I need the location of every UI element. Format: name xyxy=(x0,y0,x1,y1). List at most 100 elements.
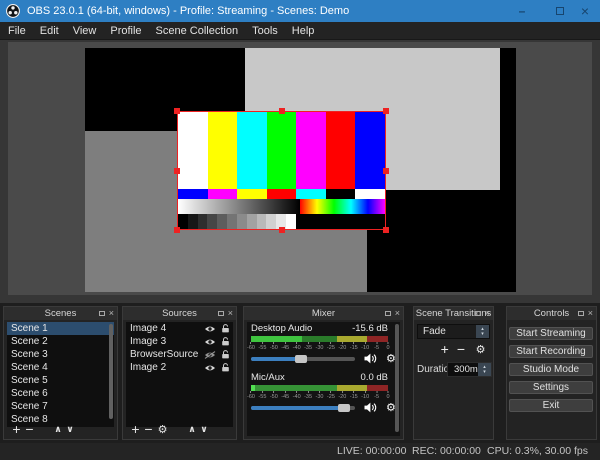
transition-properties-button[interactable]: ⚙ xyxy=(473,343,488,356)
add-button[interactable]: + xyxy=(129,423,142,436)
start-streaming-button[interactable]: Start Streaming xyxy=(509,327,593,340)
selection-handle[interactable] xyxy=(279,108,285,114)
start-recording-button[interactable]: Start Recording xyxy=(509,345,593,358)
statusbar: LIVE: 00:00:00 REC: 00:00:00 CPU: 0.3%, … xyxy=(0,443,600,460)
menu-item-view[interactable]: View xyxy=(66,22,104,40)
transition-select-spinner[interactable]: ▴ ▾ xyxy=(476,325,489,338)
remove-button[interactable]: − xyxy=(23,423,36,436)
cpu-fps: CPU: 0.3%, 30.00 fps xyxy=(487,443,588,460)
float-panel-icon[interactable] xyxy=(385,311,391,316)
selection-handle[interactable] xyxy=(174,108,180,114)
float-panel-icon[interactable] xyxy=(475,311,481,316)
gray-step xyxy=(217,214,227,229)
source-list-item[interactable]: Image 4 xyxy=(126,322,233,335)
channel-settings-gear-icon[interactable]: ⚙ xyxy=(386,352,396,365)
source-list-item[interactable]: BrowserSource xyxy=(126,348,233,361)
remove-button[interactable]: − xyxy=(142,423,155,436)
scene-list-item[interactable]: Scene 7 xyxy=(7,400,114,413)
selection-handle[interactable] xyxy=(279,227,285,233)
remove-transition-button[interactable]: − xyxy=(457,343,465,356)
duration-spinbox[interactable]: 300ms ▴ ▾ xyxy=(447,362,492,377)
speaker-icon[interactable] xyxy=(364,353,377,364)
selection-handle[interactable] xyxy=(383,227,389,233)
close-panel-icon[interactable]: × xyxy=(485,307,490,320)
transition-select[interactable]: Fade ▴ ▾ xyxy=(417,324,490,339)
move-up-button[interactable]: ∧ xyxy=(52,425,64,435)
volume-slider-handle[interactable] xyxy=(295,355,307,363)
selection-handle[interactable] xyxy=(383,168,389,174)
eye-visible-icon[interactable] xyxy=(204,364,216,372)
eye-visible-icon[interactable] xyxy=(204,338,216,346)
duration-spinner[interactable]: ▴ ▾ xyxy=(478,363,491,376)
eye-visible-icon[interactable] xyxy=(204,325,216,333)
mixer-channel-desktop-audio: Desktop Audio-15.6 dB-60-55-50-45-40-35-… xyxy=(251,324,388,370)
scenes-toolbar: +− ∧∨ xyxy=(10,422,76,437)
eye-hidden-icon[interactable] xyxy=(204,351,216,359)
sources-panel-title: Sources xyxy=(162,308,197,319)
studio-mode-button[interactable]: Studio Mode xyxy=(509,363,593,376)
scene-list-item[interactable]: Scene 5 xyxy=(7,374,114,387)
menu-item-file[interactable]: File xyxy=(1,22,33,40)
float-panel-icon[interactable] xyxy=(218,311,224,316)
lock-open-icon[interactable] xyxy=(221,324,230,333)
speaker-icon[interactable] xyxy=(364,402,377,413)
menu-item-help[interactable]: Help xyxy=(285,22,322,40)
controls-panel-title: Controls xyxy=(534,308,569,319)
selected-source-colorbars[interactable] xyxy=(177,111,386,230)
volume-slider[interactable] xyxy=(251,357,355,361)
scene-list-item[interactable]: Scene 4 xyxy=(7,361,114,374)
transitions-panel-titlebar: Scene Transitions × xyxy=(414,307,493,320)
menu-item-profile[interactable]: Profile xyxy=(103,22,148,40)
menu-item-edit[interactable]: Edit xyxy=(33,22,66,40)
source-list-item[interactable]: Image 2 xyxy=(126,361,233,374)
scenes-panel-titlebar: Scenes × xyxy=(4,307,117,320)
lock-open-icon[interactable] xyxy=(221,363,230,372)
color-cell xyxy=(237,189,267,199)
move-down-button[interactable]: ∨ xyxy=(64,425,76,435)
move-up-button[interactable]: ∧ xyxy=(186,425,198,435)
close-window-button[interactable]: × xyxy=(568,0,600,22)
menu-item-scene-collection[interactable]: Scene Collection xyxy=(149,22,246,40)
selection-handle[interactable] xyxy=(174,227,180,233)
float-panel-icon[interactable] xyxy=(578,311,584,316)
volume-slider-fill xyxy=(251,406,344,410)
scenes-scrollbar[interactable] xyxy=(109,324,113,423)
close-panel-icon[interactable]: × xyxy=(228,307,233,320)
close-window-icon: × xyxy=(581,3,589,19)
settings-button[interactable]: Settings xyxy=(509,381,593,394)
image-black-bottom-right[interactable] xyxy=(367,190,516,292)
close-panel-icon[interactable]: × xyxy=(395,307,400,320)
meter-tick-label: -40 xyxy=(293,342,301,353)
lock-open-icon[interactable] xyxy=(221,337,230,346)
scene-list-item[interactable]: Scene 3 xyxy=(7,348,114,361)
close-panel-icon[interactable]: × xyxy=(588,307,593,320)
mixer-scrollbar[interactable] xyxy=(395,324,399,432)
add-transition-button[interactable]: + xyxy=(441,343,449,356)
move-down-button[interactable]: ∨ xyxy=(198,425,210,435)
source-name: Image 2 xyxy=(130,362,166,373)
add-button[interactable]: + xyxy=(10,423,23,436)
scene-list-item[interactable]: Scene 1 xyxy=(7,322,114,335)
exit-button[interactable]: Exit xyxy=(509,399,593,412)
float-panel-icon[interactable] xyxy=(99,311,105,316)
source-list-item[interactable]: Image 3 xyxy=(126,335,233,348)
volume-slider[interactable] xyxy=(251,406,355,410)
minimize-button[interactable]: – xyxy=(505,0,539,22)
channel-settings-gear-icon[interactable]: ⚙ xyxy=(386,401,396,414)
volume-slider-handle[interactable] xyxy=(338,404,350,412)
properties-button[interactable]: ⚙ xyxy=(155,423,170,436)
scene-list-item[interactable]: Scene 2 xyxy=(7,335,114,348)
close-panel-icon[interactable]: × xyxy=(109,307,114,320)
selection-handle[interactable] xyxy=(174,168,180,174)
color-bar xyxy=(237,112,267,189)
menu-item-tools[interactable]: Tools xyxy=(245,22,285,40)
lock-open-icon[interactable] xyxy=(221,350,230,359)
channel-name: Mic/Aux xyxy=(251,373,285,383)
mixer-body: Desktop Audio-15.6 dB-60-55-50-45-40-35-… xyxy=(247,322,400,436)
selection-handle[interactable] xyxy=(383,108,389,114)
channel-volume-db: -15.6 dB xyxy=(352,324,388,334)
meter-tick-label: -60 xyxy=(247,391,255,402)
meter-tick-label: -25 xyxy=(327,342,335,353)
color-bar xyxy=(267,112,297,189)
scene-list-item[interactable]: Scene 6 xyxy=(7,387,114,400)
